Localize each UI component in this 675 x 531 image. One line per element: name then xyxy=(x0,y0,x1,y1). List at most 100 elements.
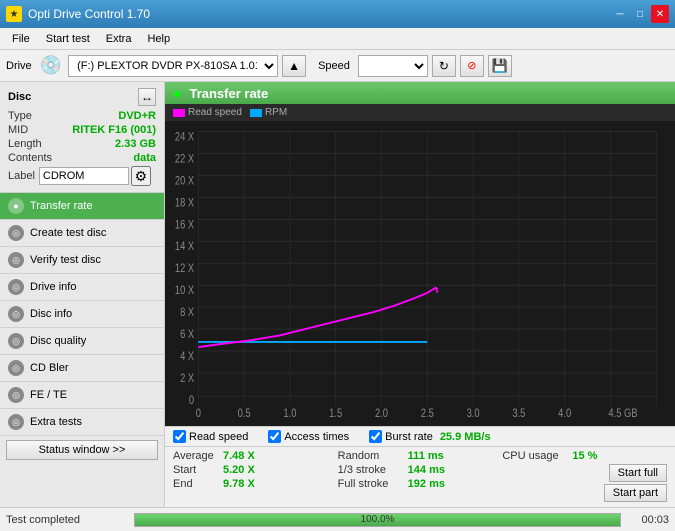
refresh-button[interactable]: ↻ xyxy=(432,55,456,77)
status-bar: Test completed 100.0% 00:03 xyxy=(0,507,675,531)
chart-header: ● Transfer rate xyxy=(165,82,675,104)
read-speed-checkbox[interactable] xyxy=(173,430,186,443)
access-times-checkbox[interactable] xyxy=(268,430,281,443)
disc-info-icon: ◎ xyxy=(8,306,24,322)
stats-col-1: Average 7.48 X Start 5.20 X End 9.78 X xyxy=(173,450,338,504)
nav-create-test-disc-label: Create test disc xyxy=(30,227,106,239)
burst-rate-checkbox[interactable] xyxy=(369,430,382,443)
maximize-button[interactable]: □ xyxy=(631,5,649,23)
stats-area: Average 7.48 X Start 5.20 X End 9.78 X R… xyxy=(165,446,675,507)
nav-disc-info[interactable]: ◎ Disc info xyxy=(0,301,164,328)
svg-text:8 X: 8 X xyxy=(180,306,194,319)
nav-disc-quality[interactable]: ◎ Disc quality xyxy=(0,328,164,355)
stat-full-stroke-label: Full stroke xyxy=(338,478,408,490)
stat-cpu-value: 15 % xyxy=(572,450,612,462)
svg-text:4.5 GB: 4.5 GB xyxy=(608,407,637,420)
chart-controls: Read speed Access times Burst rate 25.9 … xyxy=(165,426,675,446)
speed-label: Speed xyxy=(318,60,350,72)
start-full-button[interactable]: Start full xyxy=(609,464,667,482)
nav-fe-te[interactable]: ◎ FE / TE xyxy=(0,382,164,409)
menu-start-test[interactable]: Start test xyxy=(38,31,98,47)
rpm-color xyxy=(250,109,262,117)
start-part-button[interactable]: Start part xyxy=(604,484,667,502)
disc-type-row: Type DVD+R xyxy=(8,110,156,122)
nav-cd-bler-label: CD Bler xyxy=(30,362,69,374)
stat-random-label: Random xyxy=(338,450,408,462)
disc-label-settings-button[interactable]: ⚙ xyxy=(131,166,151,186)
minimize-button[interactable]: ─ xyxy=(611,5,629,23)
stat-start-value: 5.20 X xyxy=(223,464,268,476)
menu-help[interactable]: Help xyxy=(139,31,178,47)
svg-text:10 X: 10 X xyxy=(175,284,194,297)
window-controls: ─ □ ✕ xyxy=(611,5,669,23)
nav-drive-info[interactable]: ◎ Drive info xyxy=(0,274,164,301)
start-full-row: Start full xyxy=(502,464,667,482)
drive-select[interactable]: (F:) PLEXTOR DVDR PX-810SA 1.01 xyxy=(68,55,278,77)
nav-extra-tests[interactable]: ◎ Extra tests xyxy=(0,409,164,436)
disc-contents-value: data xyxy=(133,152,156,164)
stat-end-row: End 9.78 X xyxy=(173,478,338,490)
stat-random-row: Random 111 ms xyxy=(338,450,503,462)
drive-info-icon: ◎ xyxy=(8,279,24,295)
sidebar: Disc ↔ Type DVD+R MID RITEK F16 (001) Le… xyxy=(0,82,165,507)
stat-average-label: Average xyxy=(173,450,223,462)
burst-rate-check: Burst rate 25.9 MB/s xyxy=(369,430,490,443)
clear-button[interactable]: ⊘ xyxy=(460,55,484,77)
disc-contents-label: Contents xyxy=(8,152,52,164)
transfer-rate-icon: ● xyxy=(8,198,24,214)
stat-start-row: Start 5.20 X xyxy=(173,464,338,476)
menu-bar: File Start test Extra Help xyxy=(0,28,675,50)
drive-label: Drive xyxy=(6,60,32,72)
read-speed-check: Read speed xyxy=(173,430,248,443)
nav-disc-quality-label: Disc quality xyxy=(30,335,86,347)
svg-text:0: 0 xyxy=(196,407,201,420)
svg-text:2.0: 2.0 xyxy=(375,407,388,420)
svg-text:1.5: 1.5 xyxy=(329,407,342,420)
burst-rate-check-label: Burst rate xyxy=(385,431,433,443)
verify-test-disc-icon: ◎ xyxy=(8,252,24,268)
disc-header: Disc ↔ xyxy=(8,88,156,106)
chart-title: Transfer rate xyxy=(189,86,268,101)
stat-cpu-row: CPU usage 15 % xyxy=(502,450,667,462)
access-times-check-label: Access times xyxy=(284,431,349,443)
nav-cd-bler[interactable]: ◎ CD Bler xyxy=(0,355,164,382)
nav-fe-te-label: FE / TE xyxy=(30,389,67,401)
app-icon: ★ xyxy=(6,6,22,22)
disc-label-label: Label xyxy=(8,170,35,182)
legend-rpm: RPM xyxy=(250,107,287,118)
stat-stroke13-row: 1/3 stroke 144 ms xyxy=(338,464,503,476)
nav-verify-test-disc-label: Verify test disc xyxy=(30,254,101,266)
svg-text:20 X: 20 X xyxy=(175,174,194,187)
svg-text:2 X: 2 X xyxy=(180,372,194,385)
disc-label-input[interactable] xyxy=(39,167,129,185)
disc-title: Disc xyxy=(8,91,31,103)
disc-length-row: Length 2.33 GB xyxy=(8,138,156,150)
nav-create-test-disc[interactable]: ◎ Create test disc xyxy=(0,220,164,247)
close-button[interactable]: ✕ xyxy=(651,5,669,23)
stat-full-stroke-value: 192 ms xyxy=(408,478,453,490)
disc-mid-label: MID xyxy=(8,124,28,136)
disc-length-label: Length xyxy=(8,138,42,150)
svg-text:18 X: 18 X xyxy=(175,196,194,209)
menu-extra[interactable]: Extra xyxy=(98,31,140,47)
nav-disc-info-label: Disc info xyxy=(30,308,72,320)
save-button[interactable]: 💾 xyxy=(488,55,512,77)
disc-length-value: 2.33 GB xyxy=(115,138,156,150)
svg-text:16 X: 16 X xyxy=(175,218,194,231)
nav-transfer-rate-label: Transfer rate xyxy=(30,200,93,212)
nav-verify-test-disc[interactable]: ◎ Verify test disc xyxy=(0,247,164,274)
stat-full-stroke-row: Full stroke 192 ms xyxy=(338,478,503,490)
menu-file[interactable]: File xyxy=(4,31,38,47)
cd-bler-icon: ◎ xyxy=(8,360,24,376)
eject-button[interactable]: ▲ xyxy=(282,55,306,77)
speed-select[interactable] xyxy=(358,55,428,77)
disc-type-value: DVD+R xyxy=(118,110,156,122)
nav-transfer-rate[interactable]: ● Transfer rate xyxy=(0,193,164,220)
disc-refresh-button[interactable]: ↔ xyxy=(138,88,156,106)
status-window-button[interactable]: Status window >> xyxy=(6,440,158,460)
stat-cpu-label: CPU usage xyxy=(502,450,572,462)
svg-text:2.5: 2.5 xyxy=(421,407,434,420)
disc-type-label: Type xyxy=(8,110,32,122)
burst-rate-value: 25.9 MB/s xyxy=(440,431,491,443)
nav-drive-info-label: Drive info xyxy=(30,281,76,293)
